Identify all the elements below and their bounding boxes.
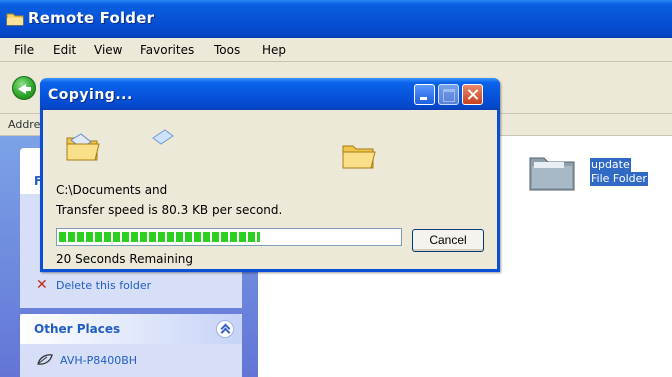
- menu-edit[interactable]: Edit: [53, 43, 76, 57]
- progress-bar: [56, 228, 402, 246]
- delete-icon: ✕: [36, 277, 48, 293]
- time-remaining: 20 Seconds Remaining: [56, 252, 194, 266]
- cancel-button[interactable]: Cancel: [412, 229, 484, 252]
- folder-icon: [6, 13, 24, 26]
- place-label: AVH-P8400BH: [60, 354, 138, 367]
- network-device-icon: [37, 354, 53, 365]
- dialog-title: Copying...: [48, 87, 133, 103]
- flying-document-icon: [152, 129, 174, 145]
- delete-folder-label: Delete this folder: [56, 279, 152, 292]
- maximize-button[interactable]: [438, 84, 459, 105]
- transfer-speed: Transfer speed is 80.3 KB per second.: [56, 203, 283, 217]
- menu-help[interactable]: Hep: [262, 43, 286, 57]
- copying-dialog: Copying... C:\Documents and Transfer spe…: [40, 78, 500, 272]
- folder-type: File Folder: [590, 172, 648, 186]
- window-titlebar[interactable]: Remote Folder: [0, 0, 672, 38]
- collapse-icon[interactable]: [216, 320, 234, 338]
- other-places-panel: Other Places AVH-P8400BH: [20, 314, 242, 377]
- minimize-button[interactable]: [414, 84, 435, 105]
- menu-bar: File Edit View Favorites Toos Hep: [0, 38, 672, 62]
- folder-update[interactable]: update File Folder: [528, 148, 668, 196]
- address-label: Addre: [8, 118, 41, 131]
- progress-fill: [59, 232, 260, 242]
- menu-favorites[interactable]: Favorites: [140, 43, 194, 57]
- folder-icon: [529, 157, 575, 191]
- back-arrow-icon[interactable]: [12, 76, 36, 100]
- menu-file[interactable]: File: [14, 43, 34, 57]
- other-places-header[interactable]: Other Places: [20, 314, 242, 344]
- dialog-titlebar[interactable]: Copying...: [40, 78, 500, 110]
- other-places-title: Other Places: [34, 322, 121, 336]
- source-folder-icon: [66, 133, 100, 161]
- window-title: Remote Folder: [28, 9, 155, 27]
- menu-view[interactable]: View: [94, 43, 122, 57]
- destination-folder-icon: [342, 145, 376, 169]
- source-path: C:\Documents and: [56, 183, 168, 197]
- menu-tools[interactable]: Toos: [214, 43, 240, 57]
- delete-folder-link[interactable]: ✕ Delete this folder: [36, 278, 236, 294]
- folder-name: update: [590, 158, 631, 172]
- close-button[interactable]: [462, 84, 483, 105]
- place-link[interactable]: AVH-P8400BH: [36, 352, 236, 370]
